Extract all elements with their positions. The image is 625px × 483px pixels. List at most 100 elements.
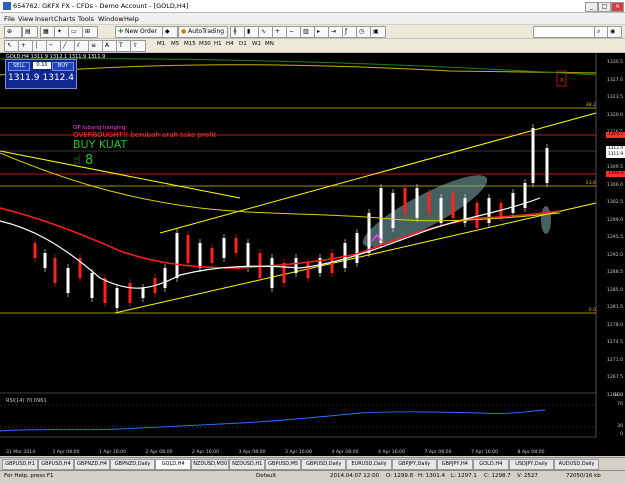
rsi-axis-100: 100	[614, 393, 623, 398]
timeframe-w1[interactable]: W1	[252, 41, 261, 47]
time-axis-label: 2 Apr 08:00	[145, 450, 173, 455]
price-chart[interactable]: ×	[0, 53, 625, 456]
candle-body	[282, 263, 286, 283]
price-axis-label: 1274.5	[606, 340, 623, 345]
standard-toolbar: ⊕ ▤ ▦ ✦ ▭ ⊞ ✚ New Order ◆ ● AutoTrading …	[0, 25, 625, 39]
rsi-title: RSI(14) 70.0961	[6, 398, 47, 404]
price-box: 1319.7	[606, 132, 625, 138]
menu-view[interactable]: View	[18, 15, 33, 23]
candle-body	[90, 273, 94, 298]
chart-tab[interactable]: GOLD,H4	[472, 459, 509, 470]
status-help: For Help, press F1	[4, 473, 54, 479]
timeframe-m15[interactable]: M15	[184, 41, 196, 47]
templates-icon[interactable]: ▣	[370, 26, 386, 38]
candle-body	[439, 198, 443, 223]
fib-label-38: 38.2	[585, 103, 596, 108]
candle-body	[222, 238, 226, 258]
timeframe-mn[interactable]: MN	[265, 41, 274, 47]
menu-charts[interactable]: Charts	[54, 15, 75, 23]
ma-long-green	[0, 58, 597, 76]
menu-window[interactable]: Window	[98, 15, 124, 23]
chart-tab[interactable]: GOLD,H4	[155, 459, 192, 470]
close-button[interactable]: ×	[611, 2, 624, 12]
arrows-icon[interactable]: ⇧	[130, 40, 146, 52]
autotrading-label: AutoTrading	[188, 28, 225, 35]
chart-tab[interactable]: NZDUSD,H1	[229, 459, 266, 470]
timeframe-d1[interactable]: D1	[239, 41, 247, 47]
new-chart-icon[interactable]: ⊕	[4, 26, 22, 38]
candle-body	[115, 288, 119, 308]
time-axis-label: 1 Apr 16:00	[99, 450, 127, 455]
search-input[interactable]	[533, 26, 597, 38]
chart-tab[interactable]: GBPNZD,Daily	[110, 459, 156, 470]
timeframe-h1[interactable]: H1	[214, 41, 222, 47]
candle-body	[43, 253, 47, 268]
profiles-icon[interactable]: ▤	[22, 26, 38, 38]
app-icon	[3, 2, 11, 10]
strategy-tester-icon[interactable]: ⊞	[82, 26, 98, 38]
menu-tools[interactable]: Tools	[78, 15, 94, 23]
chart-window[interactable]: × GOLD,H4 1311.9 1312.1 1311.9 1311.9 SE…	[0, 53, 625, 456]
sell-button[interactable]: SELL	[8, 62, 30, 71]
price-axis-label: 1299.0	[606, 217, 623, 223]
status-open: O: 1299.8	[386, 473, 414, 479]
minimize-button[interactable]: _	[585, 2, 598, 12]
chart-tab[interactable]: GBPUSD,H1	[2, 459, 38, 470]
chart-tab[interactable]: USDJPY,Daily	[508, 459, 554, 470]
chart-tab[interactable]: GBPJPY,Daily	[391, 459, 437, 470]
candle-body	[66, 268, 70, 293]
timeframe-h4[interactable]: H4	[226, 41, 234, 47]
candle-body	[511, 193, 515, 213]
autotrading-button[interactable]: ● AutoTrading	[178, 26, 228, 38]
candle-body	[523, 183, 527, 208]
metaeditor-icon[interactable]: ◆	[162, 26, 178, 38]
chart-tab[interactable]: NZDUSD,M30	[191, 459, 230, 470]
candle-body	[198, 243, 202, 268]
candle-body	[531, 128, 535, 183]
chart-tab[interactable]: GBPJPY,H4	[436, 459, 473, 470]
bid-price[interactable]: 1311.9	[8, 72, 40, 85]
new-order-button[interactable]: ✚ New Order	[115, 26, 163, 38]
price-axis-label: 1288.5	[606, 270, 623, 275]
annotation-hand-icon: ☝ 8	[73, 153, 94, 168]
candle-body	[379, 188, 383, 243]
annotation-buy-kuat: BUY KUAT	[73, 138, 128, 151]
price-axis-label: 1295.5	[606, 235, 623, 240]
candle-body	[355, 233, 359, 263]
timeframe-m5[interactable]: M5	[171, 41, 179, 47]
menu-insert[interactable]: Insert	[35, 15, 54, 23]
time-axis-label: 3 Apr 16:00	[285, 450, 313, 455]
time-axis-label: 31 Mar 2014	[6, 450, 36, 455]
chart-tab[interactable]: AUDUSD,Daily	[554, 459, 600, 470]
ask-price[interactable]: 1312.4	[42, 72, 75, 85]
candle-body	[53, 258, 57, 283]
maximize-button[interactable]: □	[598, 2, 611, 12]
chart-tab[interactable]: GBPUSD,Daily	[301, 459, 347, 470]
menu-help[interactable]: Help	[124, 15, 139, 23]
chart-tab[interactable]: GBPNZD,H4	[74, 459, 110, 470]
status-profile: Default	[256, 473, 277, 479]
chart-tab[interactable]: GBPUSD,M5	[265, 459, 302, 470]
chart-tab[interactable]: EURUSD,Daily	[346, 459, 392, 470]
timeframe-m1[interactable]: M1	[157, 41, 165, 47]
candle-body	[258, 253, 262, 278]
time-axis-label: 7 Apr 08:00	[424, 450, 452, 455]
community-icon[interactable]: ◉	[607, 26, 622, 38]
menu-file[interactable]: File	[4, 15, 15, 23]
candle-body	[186, 235, 190, 263]
lot-size-input[interactable]: 0.10	[33, 62, 51, 69]
candle-body	[427, 193, 431, 213]
candle-body	[234, 238, 238, 253]
chart-tab[interactable]: GBPUSD,H4	[38, 459, 74, 470]
rsi-axis-70: 70	[617, 402, 623, 407]
price-axis-label: 1285.0	[606, 287, 623, 293]
rsi-line	[0, 409, 546, 432]
price-axis-label: 1320.0	[606, 112, 623, 118]
time-axis-label: 7 Apr 16:00	[471, 450, 499, 455]
candle-body	[270, 258, 274, 288]
candle-body	[306, 263, 310, 278]
buy-button[interactable]: BUY	[52, 62, 74, 71]
timeframe-m30[interactable]: M30	[199, 41, 211, 47]
time-axis-label: 4 Apr 16:00	[378, 450, 406, 455]
status-bar: For Help, press F1 Default 2014.04.07 12…	[0, 470, 625, 483]
